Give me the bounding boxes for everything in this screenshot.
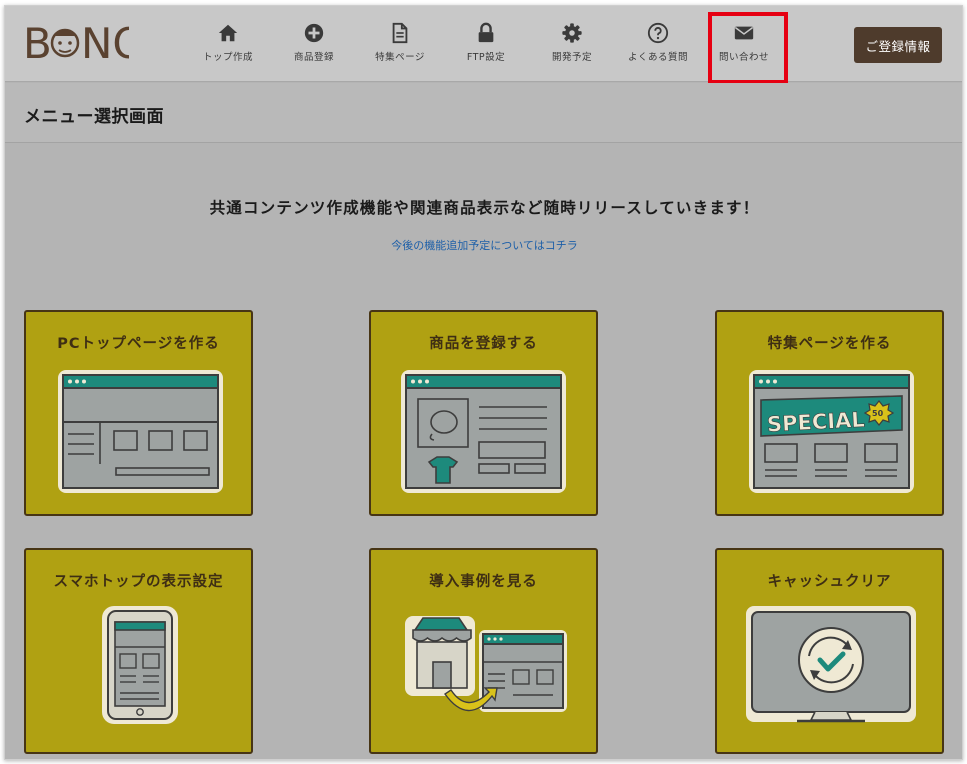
nav-label: FTP設定 (466, 52, 506, 63)
special-text: SPECIAL (766, 408, 865, 437)
page-title-bar: メニュー選択画面 (5, 83, 962, 143)
nav-special-page[interactable]: 特集ページ (357, 6, 443, 82)
nav-contact[interactable]: 問い合わせ (707, 6, 788, 84)
nav-label: 特集ページ (375, 52, 425, 63)
card-smartphone-top-settings[interactable]: スマホトップの表示設定 (24, 548, 253, 754)
smartphone-illustration (102, 606, 178, 724)
logo-letter-b: B (23, 19, 52, 66)
top-navigation-bar: B NO トップ作成 商品登録 (5, 6, 962, 84)
home-icon (218, 24, 238, 42)
page-title: メニュー選択画面 (24, 107, 164, 127)
nav-label: 商品登録 (293, 52, 334, 63)
shop-case-illustration (405, 616, 567, 712)
gear-icon (562, 23, 582, 43)
logo-letters-no: NO (81, 19, 129, 66)
card-pc-top-page[interactable]: PCトップページを作る (24, 310, 253, 516)
registration-info-button[interactable]: ご登録情報 (854, 27, 942, 63)
nav-top-create[interactable]: トップ作成 (185, 6, 271, 82)
envelope-icon (734, 26, 754, 40)
nav-product-register[interactable]: 商品登録 (271, 6, 357, 82)
discount-badge-text: 50 (872, 409, 884, 418)
bono-logo[interactable]: B NO (23, 16, 129, 66)
lock-icon (478, 22, 494, 43)
card-case-studies[interactable]: 導入事例を見る (369, 548, 598, 754)
special-page-illustration: SPECIAL 50 (749, 370, 914, 493)
question-icon (647, 22, 669, 44)
nav-label: 開発予定 (551, 52, 592, 63)
nav-label: 問い合わせ (718, 52, 769, 63)
nav-dev-schedule[interactable]: 開発予定 (529, 6, 615, 82)
card-cache-clear[interactable]: キャッシュクリア (715, 548, 944, 754)
product-page-illustration (401, 370, 566, 493)
file-icon (392, 22, 408, 44)
announcement-headline: 共通コンテンツ作成機能や関連商品表示など随時リリースしていきます！ (209, 199, 760, 217)
nav-faq[interactable]: よくある質問 (615, 6, 701, 82)
nav-label: トップ作成 (202, 52, 253, 63)
card-register-product[interactable]: 商品を登録する (369, 310, 598, 516)
refresh-monitor-illustration (746, 606, 916, 723)
future-features-link[interactable]: 今後の機能追加予定についてはコチラ (5, 237, 962, 253)
logo-hat-icon (53, 29, 77, 36)
card-special-page[interactable]: 特集ページを作る SPECIAL 50 (715, 310, 944, 516)
nav-ftp-settings[interactable]: FTP設定 (443, 6, 529, 82)
pc-browser-illustration (58, 370, 223, 493)
plus-circle-icon (304, 23, 324, 43)
main-nav: トップ作成 商品登録 特集ページ FTP設定 開発予定 よくある質問 問い合わせ (185, 6, 788, 84)
app-frame: B NO トップ作成 商品登録 (4, 5, 963, 760)
nav-label: よくある質問 (627, 52, 688, 63)
